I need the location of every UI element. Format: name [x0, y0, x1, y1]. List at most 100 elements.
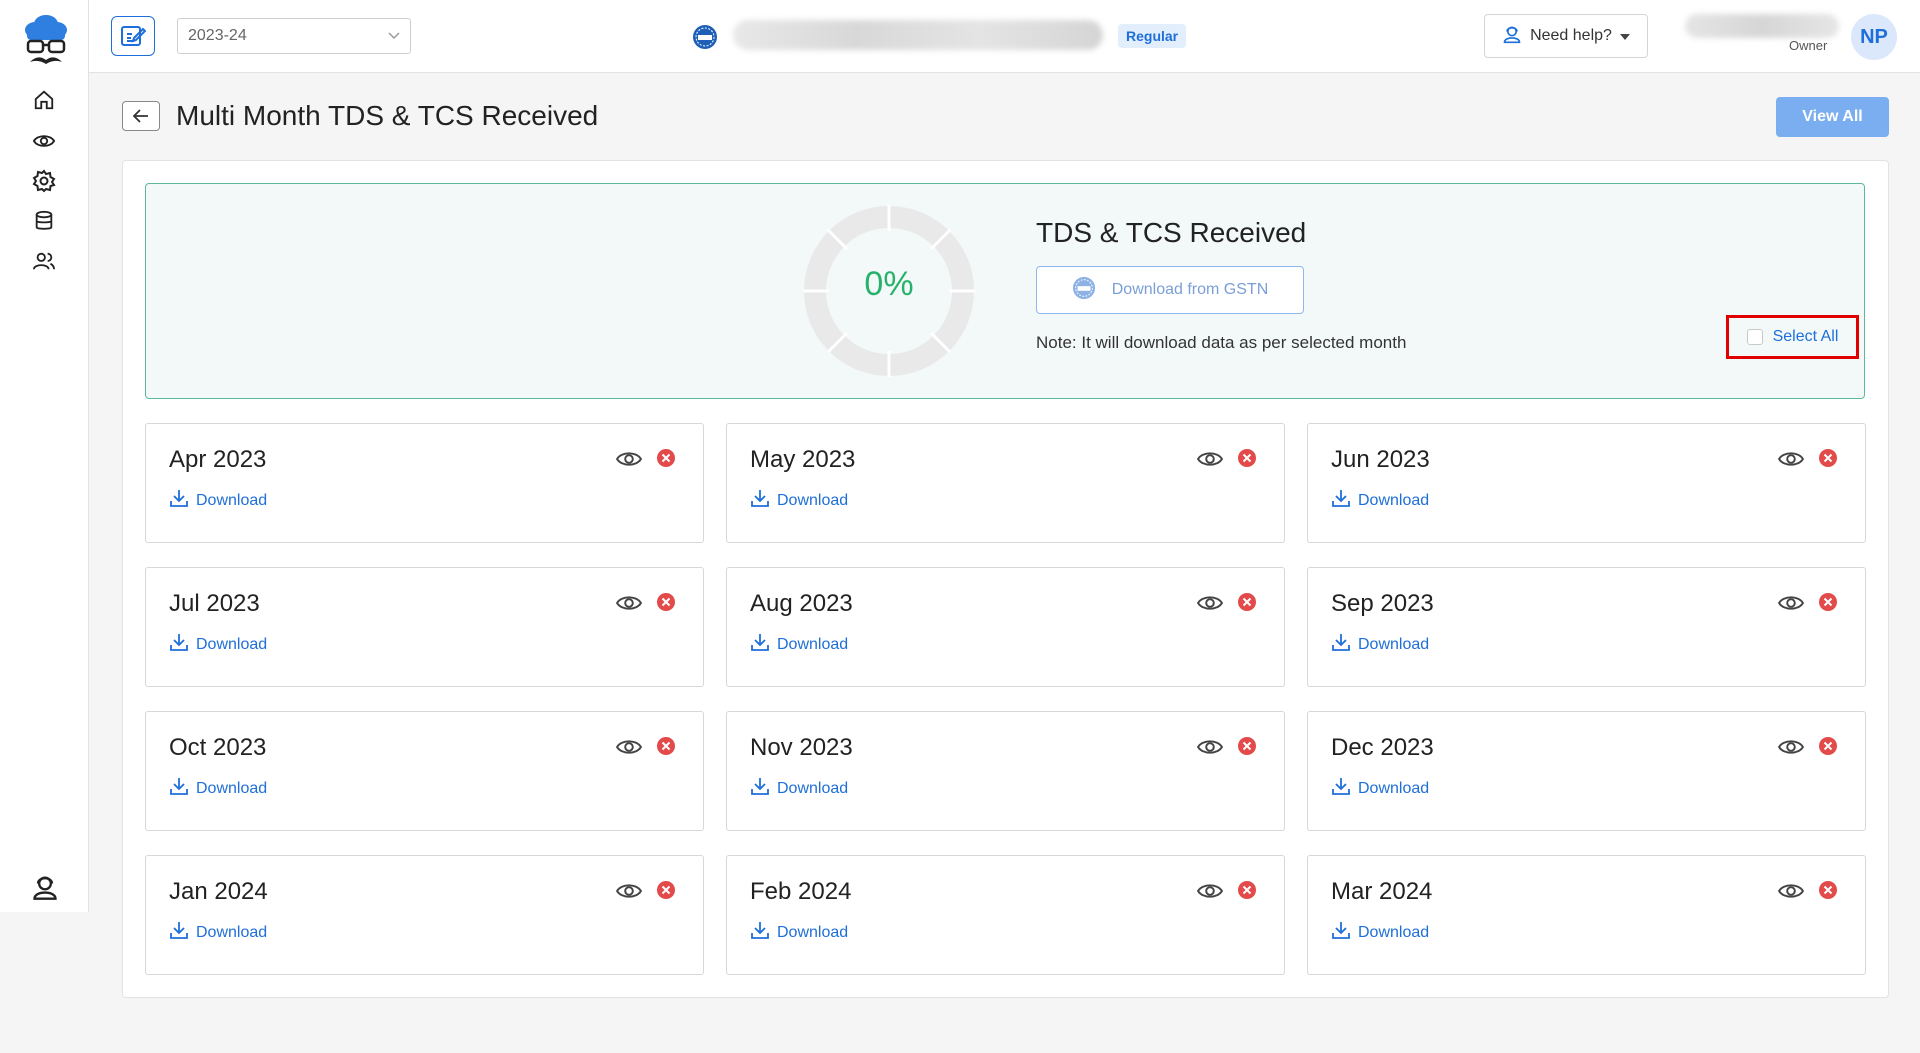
download-icon	[169, 776, 189, 801]
eye-icon[interactable]	[615, 446, 643, 472]
checkbox[interactable]	[1746, 329, 1763, 345]
gst-badge-icon	[692, 24, 718, 50]
download-icon	[169, 920, 189, 945]
download-label: Download	[777, 923, 849, 941]
close-icon[interactable]	[1818, 592, 1838, 612]
eye-icon[interactable]	[1777, 734, 1805, 760]
download-icon	[750, 632, 770, 657]
month-card: Feb 2024 Download	[726, 855, 1285, 975]
download-label: Download	[196, 779, 268, 797]
summary-title: TDS & TCS Received	[1036, 217, 1307, 248]
close-icon[interactable]	[656, 736, 676, 756]
month-card: Jul 2023 Download	[145, 567, 704, 687]
month-name: Sep 2023	[1331, 590, 1434, 617]
close-icon[interactable]	[656, 880, 676, 900]
download-label: Download	[1358, 923, 1430, 941]
database-icon[interactable]	[31, 208, 57, 234]
eye-icon[interactable]	[1196, 734, 1224, 760]
download-from-gstn-label: Download from GSTN	[1111, 281, 1269, 298]
download-icon	[750, 488, 770, 513]
month-card: Apr 2023 Download	[145, 423, 704, 543]
close-icon[interactable]	[656, 448, 676, 468]
download-icon	[169, 632, 189, 657]
close-icon[interactable]	[1818, 736, 1838, 756]
download-icon	[169, 488, 189, 513]
close-icon[interactable]	[1237, 592, 1257, 612]
download-icon	[750, 920, 770, 945]
download-label: Download	[777, 491, 849, 509]
eye-icon[interactable]	[1777, 446, 1805, 472]
month-name: Nov 2023	[750, 734, 853, 761]
app-logo-icon[interactable]	[22, 10, 70, 68]
eye-icon[interactable]	[31, 128, 57, 154]
month-name: Jan 2024	[169, 878, 268, 905]
download-note: Note: It will download data as per selec…	[1036, 333, 1407, 352]
page-title: Multi Month TDS & TCS Received	[176, 100, 599, 131]
financial-year-select[interactable]: 2023-24	[177, 18, 411, 54]
eye-icon[interactable]	[1777, 878, 1805, 904]
download-icon	[1331, 632, 1351, 657]
download-link[interactable]: Download	[750, 488, 848, 513]
eye-icon[interactable]	[1777, 590, 1805, 616]
support-agent-icon[interactable]	[31, 873, 59, 901]
month-card: Sep 2023 Download	[1307, 567, 1866, 687]
month-name: Oct 2023	[169, 734, 267, 761]
close-icon[interactable]	[1818, 880, 1838, 900]
download-link[interactable]: Download	[169, 776, 267, 801]
eye-icon[interactable]	[1196, 878, 1224, 904]
eye-icon[interactable]	[615, 878, 643, 904]
need-help-label: Need help?	[1530, 27, 1612, 44]
close-icon[interactable]	[1237, 448, 1257, 468]
back-button[interactable]	[122, 101, 160, 131]
top-bar: 2023-24 Regular Need help? Owner NP	[89, 0, 1920, 73]
download-label: Download	[777, 635, 849, 653]
business-name-redacted	[733, 20, 1103, 50]
download-from-gstn-button[interactable]: Download from GSTN	[1036, 266, 1304, 314]
support-agent-icon	[1502, 24, 1522, 49]
user-role: Owner	[1789, 38, 1828, 53]
download-link[interactable]: Download	[1331, 488, 1429, 513]
eye-icon[interactable]	[1196, 446, 1224, 472]
month-name: Apr 2023	[169, 446, 267, 473]
month-name: Mar 2024	[1331, 878, 1433, 905]
month-card: Oct 2023 Download	[145, 711, 704, 831]
download-link[interactable]: Download	[1331, 920, 1429, 945]
view-all-button[interactable]: View All	[1776, 97, 1889, 137]
user-name-redacted	[1685, 14, 1839, 38]
download-link[interactable]: Download	[169, 488, 267, 513]
download-link[interactable]: Download	[1331, 632, 1429, 657]
eye-icon[interactable]	[1196, 590, 1224, 616]
close-icon[interactable]	[1237, 880, 1257, 900]
month-card: Nov 2023 Download	[726, 711, 1285, 831]
edit-button[interactable]	[111, 16, 155, 56]
month-name: Dec 2023	[1331, 734, 1434, 761]
close-icon[interactable]	[656, 592, 676, 612]
home-icon[interactable]	[31, 87, 57, 113]
download-label: Download	[196, 923, 268, 941]
chevron-down-icon	[388, 27, 400, 45]
eye-icon[interactable]	[615, 590, 643, 616]
caret-down-icon	[1619, 27, 1630, 45]
avatar[interactable]: NP	[1851, 14, 1897, 60]
download-link[interactable]: Download	[169, 920, 267, 945]
month-card: May 2023 Download	[726, 423, 1285, 543]
download-link[interactable]: Download	[750, 776, 848, 801]
month-card: Mar 2024 Download	[1307, 855, 1866, 975]
download-link[interactable]: Download	[750, 920, 848, 945]
download-link[interactable]: Download	[1331, 776, 1429, 801]
month-name: Aug 2023	[750, 590, 853, 617]
month-name: Jul 2023	[169, 590, 260, 617]
users-icon[interactable]	[31, 248, 57, 274]
download-link[interactable]: Download	[169, 632, 267, 657]
select-all-checkbox[interactable]: Select All	[1726, 315, 1859, 359]
close-icon[interactable]	[1237, 736, 1257, 756]
close-icon[interactable]	[1818, 448, 1838, 468]
download-label: Download	[196, 635, 268, 653]
gear-icon[interactable]	[31, 168, 57, 194]
sidebar	[0, 0, 89, 912]
month-name: Jun 2023	[1331, 446, 1430, 473]
need-help-button[interactable]: Need help?	[1484, 14, 1648, 58]
download-link[interactable]: Download	[750, 632, 848, 657]
month-card: Jun 2023 Download	[1307, 423, 1866, 543]
eye-icon[interactable]	[615, 734, 643, 760]
